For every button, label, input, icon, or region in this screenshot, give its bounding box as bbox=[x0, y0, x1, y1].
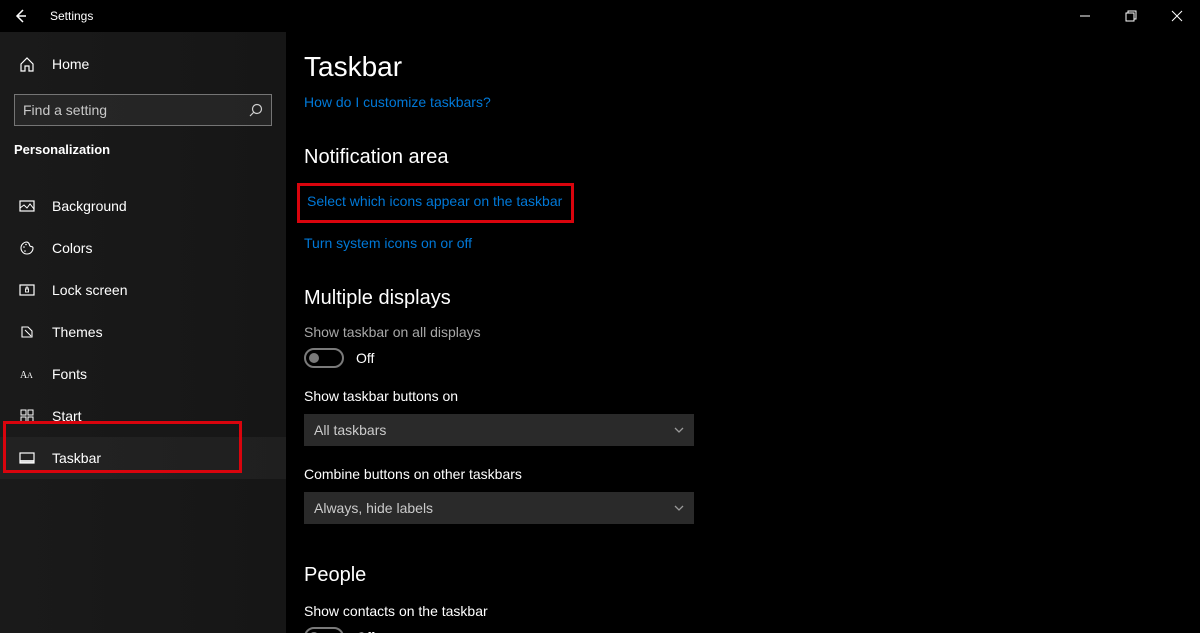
maximize-icon bbox=[1125, 10, 1137, 22]
themes-icon bbox=[18, 323, 36, 341]
sidebar-item-fonts[interactable]: AA Fonts bbox=[0, 353, 286, 395]
label-combine-buttons: Combine buttons on other taskbars bbox=[304, 466, 1200, 482]
home-icon bbox=[18, 55, 36, 73]
sidebar-item-colors[interactable]: Colors bbox=[0, 227, 286, 269]
section-people-title: People bbox=[304, 564, 1200, 587]
link-system-icons[interactable]: Turn system icons on or off bbox=[304, 235, 472, 251]
close-icon bbox=[1171, 10, 1183, 22]
start-icon bbox=[18, 407, 36, 425]
dropdown-value: Always, hide labels bbox=[314, 500, 433, 516]
dropdown-value: All taskbars bbox=[314, 422, 386, 438]
toggle-show-all-displays[interactable] bbox=[304, 348, 344, 368]
link-select-icons[interactable]: Select which icons appear on the taskbar bbox=[307, 193, 562, 209]
background-icon bbox=[18, 197, 36, 215]
minimize-icon bbox=[1079, 10, 1091, 22]
colors-icon bbox=[18, 239, 36, 257]
section-multi-title: Multiple displays bbox=[304, 287, 1200, 310]
sidebar-home-label: Home bbox=[52, 56, 89, 72]
sidebar-item-themes[interactable]: Themes bbox=[0, 311, 286, 353]
dropdown-show-buttons-on[interactable]: All taskbars bbox=[304, 414, 694, 446]
content: Taskbar How do I customize taskbars? Not… bbox=[286, 32, 1200, 633]
sidebar-item-label: Lock screen bbox=[52, 282, 127, 298]
label-show-contacts: Show contacts on the taskbar bbox=[304, 603, 1200, 619]
highlight-link-icons: Select which icons appear on the taskbar bbox=[297, 183, 574, 223]
back-arrow-icon bbox=[13, 9, 27, 23]
svg-text:A: A bbox=[27, 371, 33, 380]
sidebar-item-lock-screen[interactable]: Lock screen bbox=[0, 269, 286, 311]
section-notification-title: Notification area bbox=[304, 146, 1200, 169]
chevron-down-icon bbox=[674, 425, 684, 435]
sidebar-item-taskbar[interactable]: Taskbar bbox=[0, 437, 286, 479]
page-title: Taskbar bbox=[304, 50, 1200, 84]
search-placeholder: Find a setting bbox=[23, 102, 249, 118]
search-input[interactable]: Find a setting bbox=[14, 94, 272, 126]
fonts-icon: AA bbox=[18, 365, 36, 383]
sidebar-item-label: Themes bbox=[52, 324, 103, 340]
sidebar-item-start[interactable]: Start bbox=[0, 395, 286, 437]
back-button[interactable] bbox=[0, 0, 40, 32]
toggle-show-all-state: Off bbox=[356, 350, 374, 366]
label-show-all-displays: Show taskbar on all displays bbox=[304, 324, 1200, 340]
sidebar-item-label: Start bbox=[52, 408, 82, 424]
label-show-buttons-on: Show taskbar buttons on bbox=[304, 388, 1200, 404]
sidebar-item-label: Colors bbox=[52, 240, 92, 256]
sidebar-item-label: Taskbar bbox=[52, 450, 101, 466]
lock-screen-icon bbox=[18, 281, 36, 299]
chevron-down-icon bbox=[674, 503, 684, 513]
dropdown-combine-buttons[interactable]: Always, hide labels bbox=[304, 492, 694, 524]
sidebar-item-background[interactable]: Background bbox=[0, 185, 286, 227]
toggle-show-contacts[interactable] bbox=[304, 627, 344, 633]
maximize-button[interactable] bbox=[1108, 0, 1154, 32]
titlebar: Settings bbox=[0, 0, 1200, 32]
sidebar-item-label: Fonts bbox=[52, 366, 87, 382]
sidebar-item-label: Background bbox=[52, 198, 127, 214]
help-link[interactable]: How do I customize taskbars? bbox=[304, 94, 491, 110]
taskbar-icon bbox=[18, 449, 36, 467]
sidebar: Home Find a setting Personalization Back… bbox=[0, 32, 286, 633]
minimize-button[interactable] bbox=[1062, 0, 1108, 32]
sidebar-section-title: Personalization bbox=[0, 142, 286, 157]
close-button[interactable] bbox=[1154, 0, 1200, 32]
window-title: Settings bbox=[50, 9, 93, 23]
search-icon bbox=[249, 103, 263, 117]
sidebar-home[interactable]: Home bbox=[0, 46, 286, 82]
toggle-show-contacts-state: Off bbox=[356, 629, 374, 633]
